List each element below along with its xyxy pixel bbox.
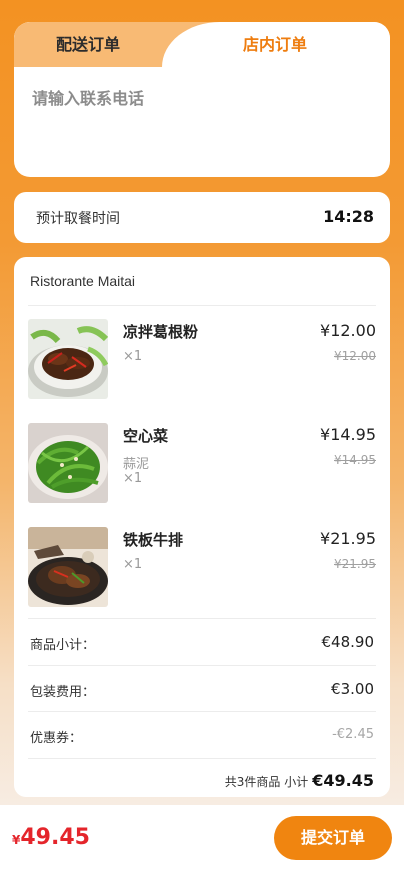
order-item: 铁板牛排 ×1 ¥21.95 ¥21.95 — [28, 527, 376, 611]
item-quantity: ×1 — [123, 557, 143, 572]
store-name: Ristorante Maitai — [30, 273, 136, 289]
divider — [28, 665, 376, 666]
dish-image — [28, 423, 108, 503]
summary-total: €49.45 — [312, 771, 374, 790]
divider — [28, 711, 376, 712]
tab-in-store-order[interactable]: 店内订单 — [200, 22, 350, 67]
item-original-price: ¥12.00 — [334, 349, 376, 363]
submit-order-button[interactable]: 提交订单 — [274, 816, 392, 860]
pickup-time-label: 预计取餐时间 — [36, 211, 120, 227]
divider — [28, 618, 376, 619]
contact-phone-input[interactable] — [32, 84, 372, 112]
subtotal-label: 商品小计： — [30, 638, 96, 653]
dish-image — [28, 319, 108, 399]
item-original-price: ¥21.95 — [334, 557, 376, 571]
packing-fee-label: 包装费用： — [30, 685, 96, 700]
summary-count: 共3件商品 小计 — [224, 775, 309, 789]
item-name: 铁板牛排 — [123, 531, 184, 549]
order-details-card: Ristorante Maitai 凉拌葛根粉 ×1 ¥12.00 ¥12.00 — [14, 257, 390, 797]
dish-image — [28, 527, 108, 607]
item-original-price: ¥14.95 — [334, 453, 376, 467]
order-item: 空心菜 蒜泥 ×1 ¥14.95 ¥14.95 — [28, 423, 376, 507]
item-name: 凉拌葛根粉 — [123, 323, 199, 341]
divider — [28, 305, 376, 306]
pickup-time-row[interactable]: 预计取餐时间 14:28 — [14, 192, 390, 243]
item-quantity: ×1 — [123, 471, 143, 486]
item-price: ¥12.00 — [320, 321, 376, 340]
checkout-bar: ¥49.45 提交订单 — [0, 805, 404, 871]
payable-amount-value: 49.45 — [20, 825, 90, 850]
order-item: 凉拌葛根粉 ×1 ¥12.00 ¥12.00 — [28, 319, 376, 403]
order-type-card: 配送订单 店内订单 — [14, 22, 390, 177]
coupon-value[interactable]: -€2.45 — [332, 727, 374, 742]
item-name: 空心菜 — [123, 427, 169, 445]
item-price: ¥21.95 — [320, 529, 376, 548]
order-summary: 共3件商品 小计 €49.45 — [225, 771, 374, 790]
coupon-label[interactable]: 优惠券： — [30, 727, 82, 746]
divider — [28, 758, 376, 759]
item-quantity: ×1 — [123, 349, 143, 364]
payable-amount: ¥49.45 — [12, 825, 90, 850]
packing-fee-value: €3.00 — [331, 680, 374, 698]
pickup-time-value: 14:28 — [323, 207, 374, 226]
item-spec: 蒜泥 — [123, 457, 150, 472]
tab-delivery-order[interactable]: 配送订单 — [14, 22, 162, 67]
item-price: ¥14.95 — [320, 425, 376, 444]
subtotal-value: €48.90 — [321, 633, 375, 651]
